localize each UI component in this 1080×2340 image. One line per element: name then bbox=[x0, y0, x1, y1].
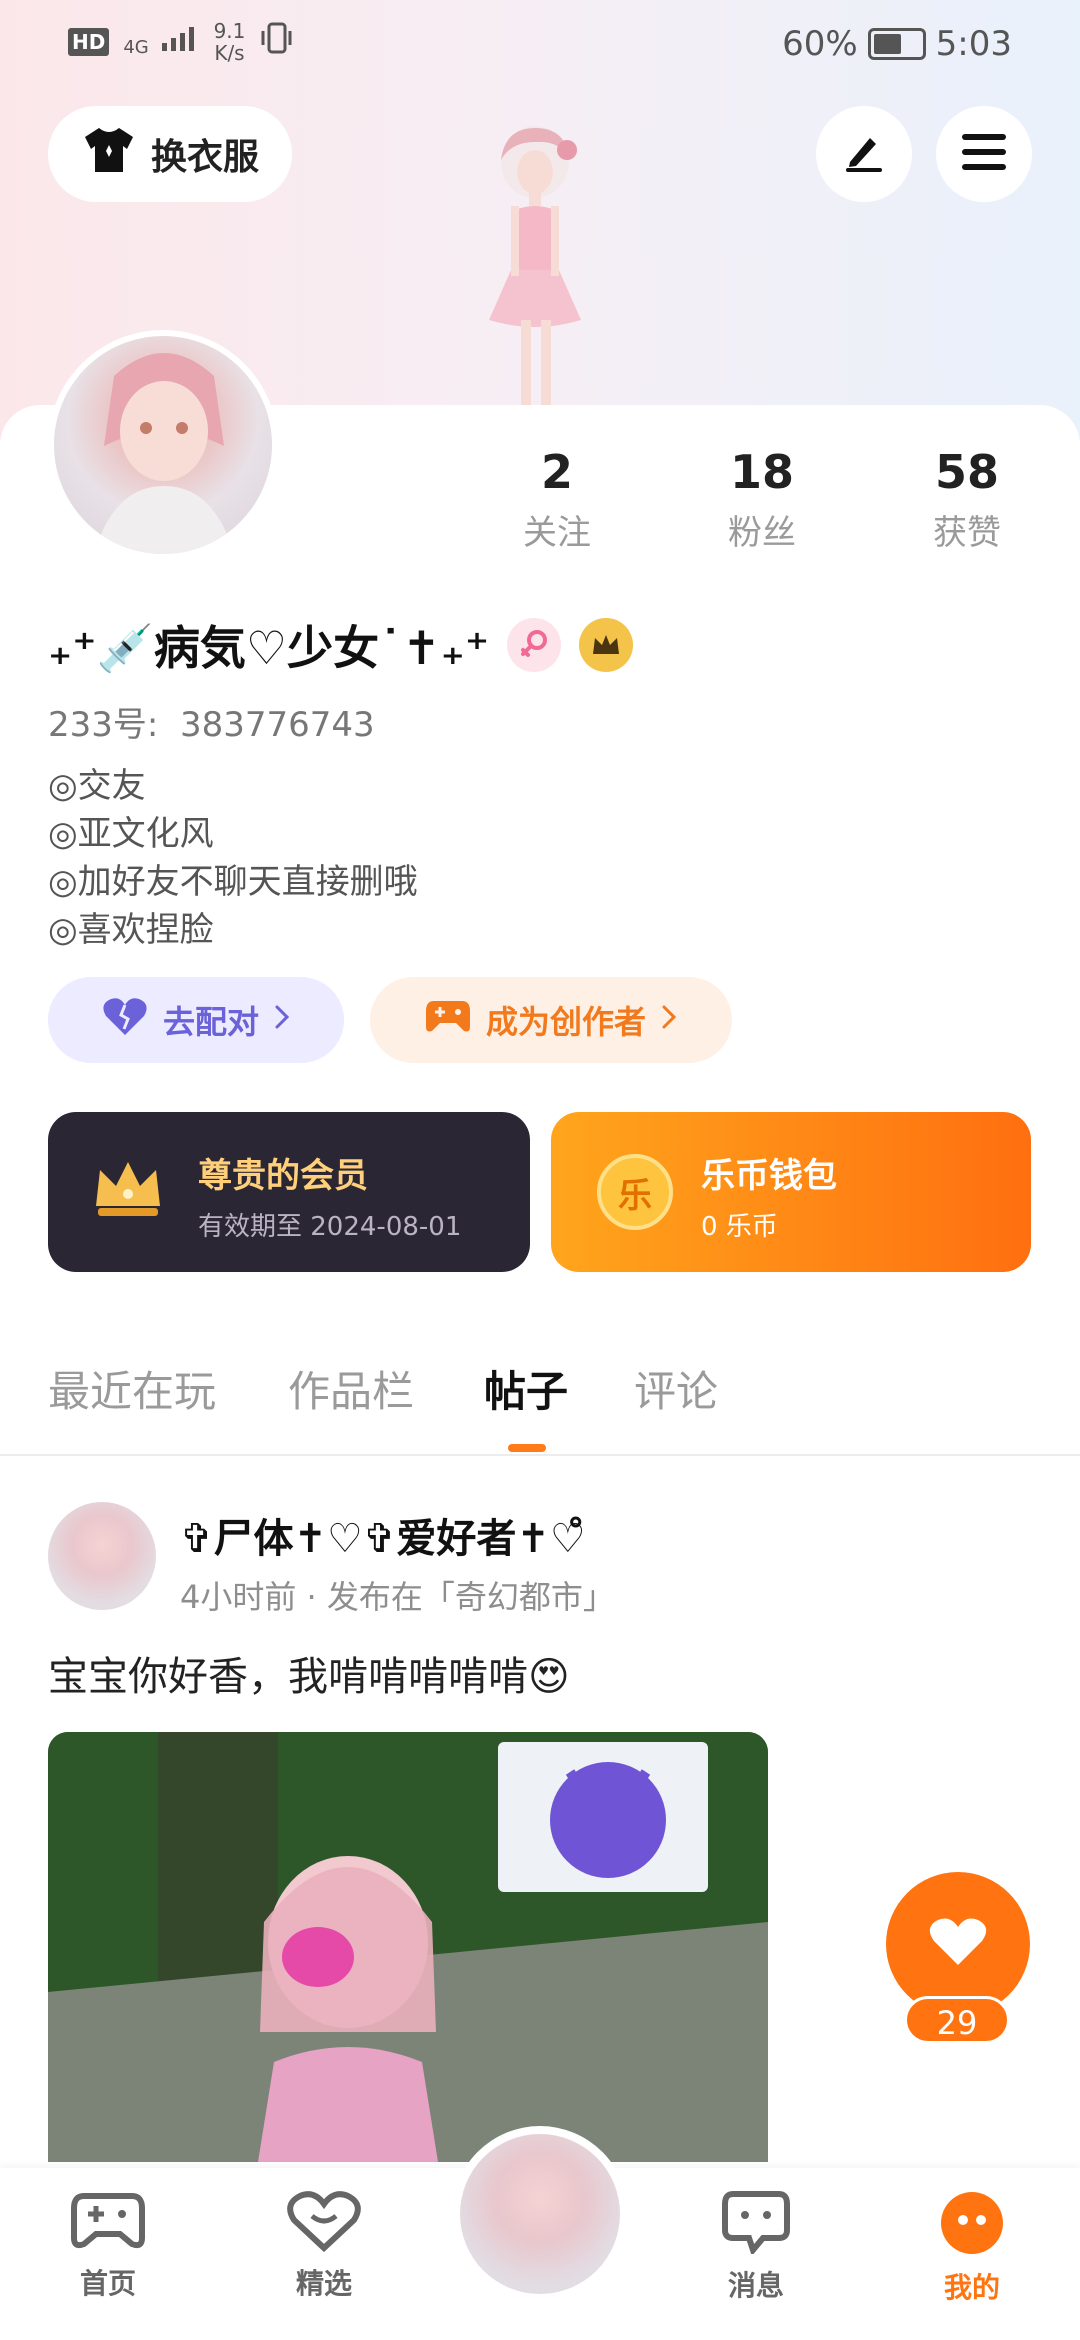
network-speed: 9.1 K/s bbox=[213, 19, 246, 65]
profile-face-icon bbox=[939, 2192, 1005, 2260]
gamepad-icon bbox=[70, 2193, 146, 2256]
user-id: 233号: 383776743 bbox=[48, 705, 375, 745]
avatar bbox=[460, 2134, 620, 2294]
status-bar: HD 4G 9.1 K/s 60% 5:03 bbox=[0, 20, 1080, 70]
gamepad-icon bbox=[424, 997, 472, 1043]
become-creator-button[interactable]: 成为创作者 bbox=[370, 977, 732, 1063]
coin-icon: 乐 bbox=[597, 1154, 673, 1230]
post-author-name[interactable]: ✞尸体✝♡✞爱好者✝♡̊ bbox=[180, 1506, 586, 1564]
menu-button[interactable] bbox=[936, 106, 1032, 202]
tab-recent-play[interactable]: 最近在玩 bbox=[48, 1358, 216, 1419]
active-tab-indicator bbox=[508, 1444, 546, 1452]
female-gender-icon bbox=[507, 618, 562, 672]
nav-me[interactable]: 我的 bbox=[912, 2190, 1032, 2306]
nickname-row: ₊⁺💉病気♡少女˙✝︎₊⁺ bbox=[48, 612, 634, 678]
change-outfit-label: 换衣服 bbox=[150, 137, 259, 178]
edit-profile-button[interactable] bbox=[816, 106, 912, 202]
battery-icon bbox=[867, 28, 926, 60]
gold-crown-icon bbox=[90, 1156, 166, 1228]
bio-line: ◎加好友不聊天直接删哦 bbox=[48, 862, 418, 902]
avatar[interactable] bbox=[48, 330, 278, 560]
become-creator-label: 成为创作者 bbox=[485, 1003, 646, 1041]
match-label: 去配对 bbox=[162, 1003, 259, 1041]
bottom-navigation: 首页 精选 消息 我的 bbox=[0, 2126, 1080, 2340]
nav-home[interactable]: 首页 bbox=[48, 2190, 168, 2302]
broken-heart-icon bbox=[101, 995, 149, 1045]
change-outfit-button[interactable]: 换衣服 bbox=[48, 106, 292, 202]
post-text: 宝宝你好香，我啃啃啃啃啃😍 bbox=[48, 1654, 570, 1700]
stat-likes[interactable]: 58 获赞 bbox=[887, 445, 1047, 554]
divider bbox=[0, 1454, 1080, 1456]
nickname: ₊⁺💉病気♡少女˙✝︎₊⁺ bbox=[48, 621, 490, 675]
coin-title: 乐币钱包 bbox=[701, 1156, 837, 1196]
like-count: 29 bbox=[904, 1996, 1010, 2044]
avatar-3d-figure[interactable] bbox=[455, 120, 615, 420]
bio: ◎交友 ◎亚文化风 ◎加好友不聊天直接删哦 ◎喜欢捏脸 bbox=[48, 762, 418, 954]
stat-followers[interactable]: 18 粉丝 bbox=[682, 445, 842, 554]
heart-badge-icon bbox=[286, 2191, 362, 2256]
hd-indicator: HD bbox=[68, 28, 110, 56]
bio-line: ◎交友 bbox=[48, 766, 146, 806]
pencil-icon bbox=[840, 128, 888, 180]
match-button[interactable]: 去配对 bbox=[48, 977, 344, 1063]
bio-line: ◎亚文化风 bbox=[48, 814, 214, 854]
like-button[interactable] bbox=[886, 1872, 1030, 2016]
heart-icon bbox=[928, 1915, 988, 1973]
center-avatar-button[interactable] bbox=[452, 2126, 628, 2302]
profile-tabs: 最近在玩 作品栏 帖子 评论 bbox=[48, 1358, 1048, 1428]
tab-posts[interactable]: 帖子 bbox=[484, 1358, 568, 1419]
vip-title: 尊贵的会员 bbox=[198, 1156, 368, 1196]
vip-expiry: 有效期至 2024-08-01 bbox=[198, 1212, 462, 1242]
chevron-right-icon bbox=[273, 1001, 291, 1039]
signal-icon: 4G bbox=[123, 22, 199, 62]
chat-bubble-icon bbox=[721, 2191, 791, 2258]
bio-line: ◎喜欢捏脸 bbox=[48, 910, 214, 950]
post-image[interactable] bbox=[48, 1732, 768, 2162]
hamburger-menu-icon bbox=[960, 132, 1008, 176]
stat-following[interactable]: 2 关注 bbox=[477, 445, 637, 554]
vibrate-icon bbox=[259, 22, 295, 63]
coin-balance: 0 乐币 bbox=[701, 1212, 778, 1242]
nav-featured[interactable]: 精选 bbox=[264, 2190, 384, 2302]
crown-badge-icon[interactable] bbox=[579, 618, 634, 672]
tab-comments[interactable]: 评论 bbox=[634, 1358, 718, 1419]
chevron-right-icon bbox=[660, 1001, 678, 1039]
tab-works[interactable]: 作品栏 bbox=[288, 1358, 414, 1419]
tshirt-icon bbox=[81, 125, 137, 184]
post-meta: 4小时前 · 发布在「奇幻都市」 bbox=[180, 1578, 615, 1616]
nav-messages[interactable]: 消息 bbox=[696, 2190, 816, 2304]
coin-wallet-card[interactable]: 乐 乐币钱包 0 乐币 bbox=[551, 1112, 1031, 1272]
battery-percent: 60% bbox=[782, 24, 858, 64]
vip-membership-card[interactable]: 尊贵的会员 有效期至 2024-08-01 bbox=[48, 1112, 530, 1272]
post-author-avatar[interactable] bbox=[48, 1502, 156, 1610]
clock: 5:03 bbox=[935, 24, 1012, 64]
